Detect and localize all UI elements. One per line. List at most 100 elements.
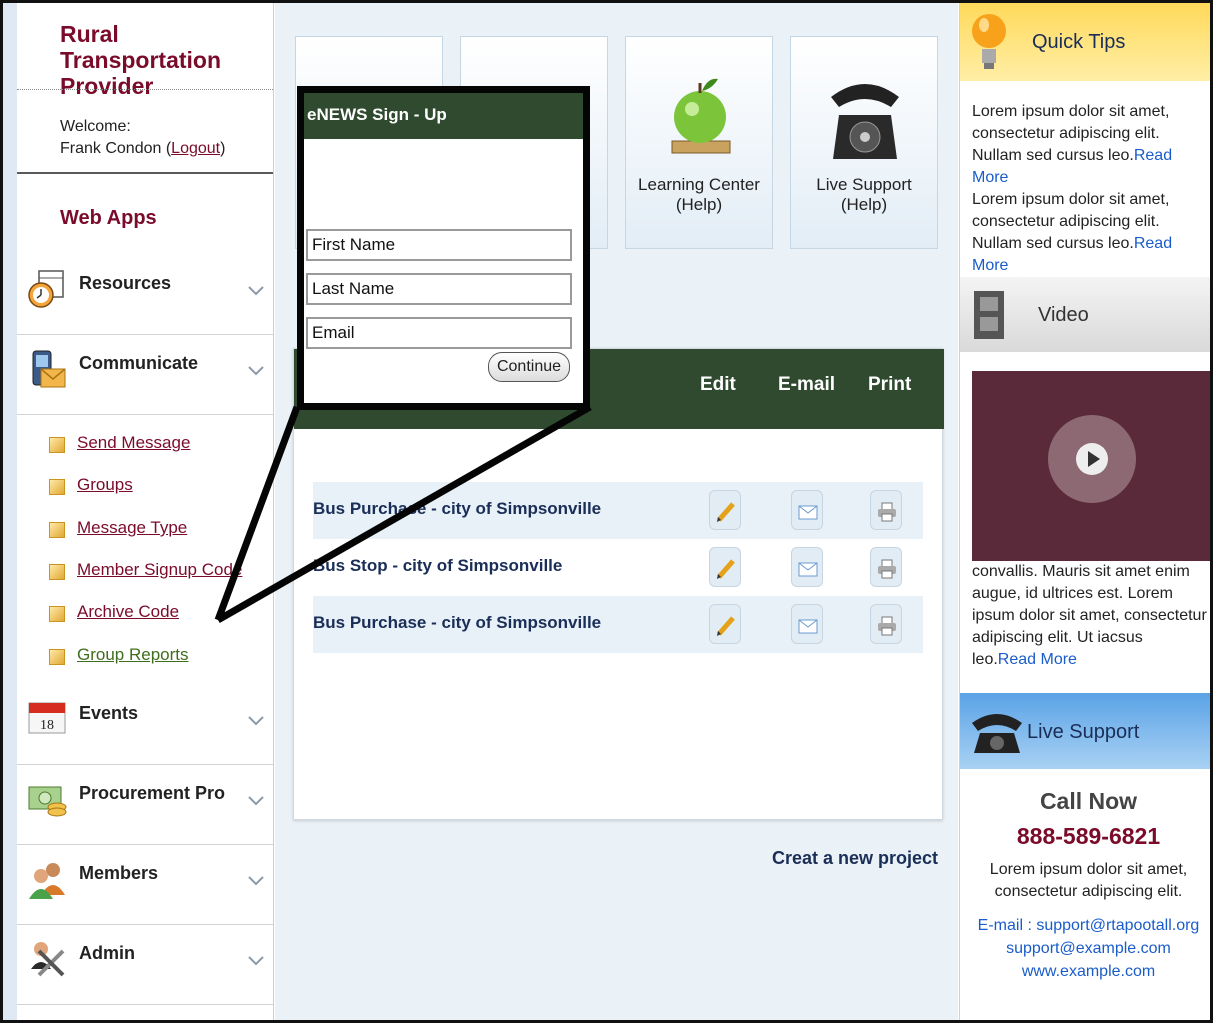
table-row: Bus Stop - city of Simpsonville [313,539,923,596]
chevron-down-icon [248,286,264,296]
calendar-icon: 18 [28,702,66,734]
tile-label: Learning Center (Help) [638,175,760,214]
tile-live-support[interactable]: Live Support (Help) [790,36,938,249]
stopwatch-calendar-icon [28,270,64,308]
sidebar-item-events[interactable]: 18 Events [17,685,273,765]
sidebar-item-label: Events [79,703,139,723]
chevron-down-icon [248,876,264,886]
video-title: Video [1038,304,1089,326]
divider [17,89,273,90]
envelope-icon [798,505,818,520]
live-support-text: Lorem ipsum dolor sit amet, consectetur … [989,861,1188,900]
logout-link[interactable]: Logout [171,140,220,157]
sidebar-item-label: Resources [79,273,172,293]
bullet-icon [49,606,65,622]
pencil-icon [717,559,735,579]
project-name[interactable]: Bus Purchase - city of Simpsonville [313,613,601,633]
chevron-down-icon [248,716,264,726]
live-support-title: Live Support [1027,721,1140,743]
telephone-icon [972,714,1022,753]
column-print: Print [868,374,912,395]
bullet-icon [49,564,65,580]
brand-title: Rural Transportation Provider [60,21,222,99]
submenu-link[interactable]: Archive Code [77,602,179,622]
chevron-down-icon [248,956,264,966]
popup-title: eNEWS Sign - Up [307,105,447,124]
sidebar-item-procurement-pro[interactable]: Procurement Pro [17,765,273,845]
video-text: convallis. Mauris sit amet enim augue, i… [972,561,1208,671]
column-email: E-mail [778,374,836,395]
printer-icon [878,502,896,522]
tile-learning-center[interactable]: Learning Center (Help) [625,36,773,249]
sidebar-item-label: Admin [79,943,135,963]
bullet-icon [49,522,65,538]
bullet-icon [49,437,65,453]
project-name[interactable]: Bus Purchase - city of Simpsonville [313,499,601,519]
printer-icon [878,616,896,636]
sidebar-item-label: Members [79,863,159,883]
play-icon[interactable] [1044,411,1140,507]
support-email[interactable]: support@example.com [960,937,1210,960]
apple-icon [671,78,731,154]
submenu-link[interactable]: Send Message [77,433,190,453]
phone-number[interactable]: 888-589-6821 [960,823,1210,850]
contact-block: E-mail : support@rtapootall.org support@… [960,914,1210,983]
welcome-label: Welcome: [60,118,131,135]
column-edit: Edit [700,374,736,395]
sidebar-item-communicate[interactable]: Communicate [17,335,273,415]
pencil-icon [717,616,735,636]
submenu-link[interactable]: Group Reports [77,645,189,665]
website-link[interactable]: www.example.com [960,960,1210,983]
edit-button[interactable] [709,604,741,644]
enews-signup-popup: eNEWS Sign - Up Continue [297,86,590,410]
submenu-link[interactable]: Groups [77,475,133,495]
lightbulb-icon [972,14,1006,69]
last-name-field[interactable] [306,273,572,305]
chevron-down-icon [248,796,264,806]
envelope-icon [798,619,818,634]
video-player[interactable] [972,371,1210,561]
envelope-icon [798,562,818,577]
print-button[interactable] [870,604,902,644]
email-button[interactable] [791,490,823,530]
table-row: Bus Purchase - city of Simpsonville [313,482,923,539]
quick-tips-header: Quick Tips [960,3,1210,81]
sidebar-item-admin[interactable]: Admin [17,925,273,1005]
create-project-link[interactable]: Creat a new project [772,848,938,869]
first-name-field[interactable] [306,229,572,261]
popup-header: eNEWS Sign - Up [304,93,583,139]
sidebar-item-resources[interactable]: Resources [17,255,273,335]
continue-button[interactable]: Continue [488,352,570,382]
right-column: Quick Tips Lorem ipsum dolor sit amet, c… [959,3,1210,1020]
page-background [3,3,17,1020]
read-more-link[interactable]: Read More [998,651,1077,668]
chevron-down-icon [248,366,264,376]
project-name[interactable]: Bus Stop - city of Simpsonville [313,556,562,576]
email-button[interactable] [791,604,823,644]
email-button[interactable] [791,547,823,587]
calendar-day: 18 [40,718,54,733]
sidebar-item-members[interactable]: Members [17,845,273,925]
quick-tips-title: Quick Tips [1032,31,1126,53]
film-strip-icon [974,291,1004,339]
submenu-link[interactable]: Member Signup Code [77,560,242,580]
divider [17,172,273,174]
bullet-icon [49,479,65,495]
edit-button[interactable] [709,490,741,530]
page-frame: Rural Transportation Provider Welcome: F… [0,0,1213,1023]
projects-panel: Edit E-mail Print Bus Purchase - city of… [293,348,944,820]
table-row: Bus Purchase - city of Simpsonville [313,596,923,653]
tools-icon [31,942,65,977]
print-button[interactable] [870,547,902,587]
email-field[interactable] [306,317,572,349]
live-support-header: Live Support [960,693,1210,769]
tile-label: Live Support (Help) [816,175,912,214]
support-email-line[interactable]: E-mail : support@rtapootall.org [960,914,1210,937]
video-header: Video [960,277,1210,352]
phone-envelope-icon [32,350,66,388]
submenu-link[interactable]: Message Type [77,518,187,538]
print-button[interactable] [870,490,902,530]
telephone-icon [831,84,899,159]
edit-button[interactable] [709,547,741,587]
bullet-icon [49,649,65,665]
